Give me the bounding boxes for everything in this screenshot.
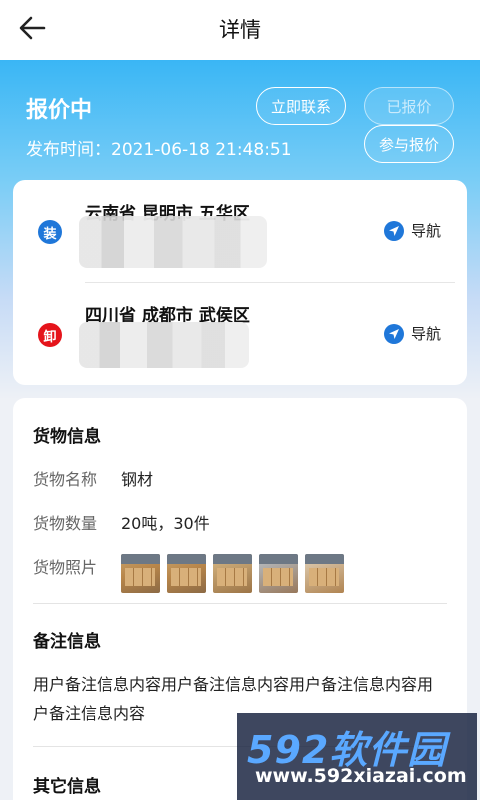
navigate-label: 导航 bbox=[411, 222, 442, 240]
cargo-name-label: 货物名称 bbox=[33, 470, 98, 489]
top-bar: 详情 bbox=[0, 0, 480, 60]
page-title: 详情 bbox=[219, 18, 261, 42]
load-badge: 装 bbox=[38, 220, 62, 244]
cargo-photo-thumbnail[interactable] bbox=[213, 554, 252, 593]
route-card: 装 云南省 昆明市 五华区 导航 卸 四川省 成都市 武侯区 导航 bbox=[13, 180, 467, 385]
navigation-arrow-icon bbox=[384, 323, 404, 344]
cargo-section-title: 货物信息 bbox=[33, 427, 101, 447]
cargo-photo-thumbnail[interactable] bbox=[305, 554, 344, 593]
publish-time: 发布时间：2021-06-18 21:48:51 bbox=[26, 140, 292, 160]
cargo-photo-list bbox=[121, 554, 344, 593]
route-divider bbox=[85, 282, 455, 283]
load-address-detail-redacted bbox=[79, 216, 267, 268]
cargo-photo-thumbnail[interactable] bbox=[121, 554, 160, 593]
cargo-photo-thumbnail[interactable] bbox=[259, 554, 298, 593]
navigate-label: 导航 bbox=[411, 325, 442, 343]
remark-section-title: 备注信息 bbox=[33, 632, 101, 652]
cargo-quantity-value: 20吨，30件 bbox=[121, 514, 210, 533]
other-section-title: 其它信息 bbox=[33, 777, 101, 797]
site-watermark: 592软件园 www.592xiazai.com bbox=[237, 713, 477, 800]
navigation-arrow-icon bbox=[384, 220, 404, 241]
cargo-photo-thumbnail[interactable] bbox=[167, 554, 206, 593]
quoted-button[interactable]: 已报价 bbox=[364, 87, 454, 125]
cargo-name-value: 钢材 bbox=[121, 470, 154, 489]
status-label: 报价中 bbox=[26, 98, 93, 123]
join-quote-button[interactable]: 参与报价 bbox=[364, 125, 454, 163]
section-divider bbox=[33, 603, 447, 604]
watermark-url: www.592xiazai.com bbox=[255, 765, 467, 787]
cargo-photos-label: 货物照片 bbox=[33, 558, 98, 577]
contact-button[interactable]: 立即联系 bbox=[256, 87, 346, 125]
unload-badge: 卸 bbox=[38, 323, 62, 347]
unload-address-detail-redacted bbox=[79, 322, 249, 368]
unload-navigate-button[interactable]: 导航 bbox=[384, 323, 441, 344]
load-navigate-button[interactable]: 导航 bbox=[384, 220, 441, 241]
cargo-quantity-label: 货物数量 bbox=[33, 514, 98, 533]
